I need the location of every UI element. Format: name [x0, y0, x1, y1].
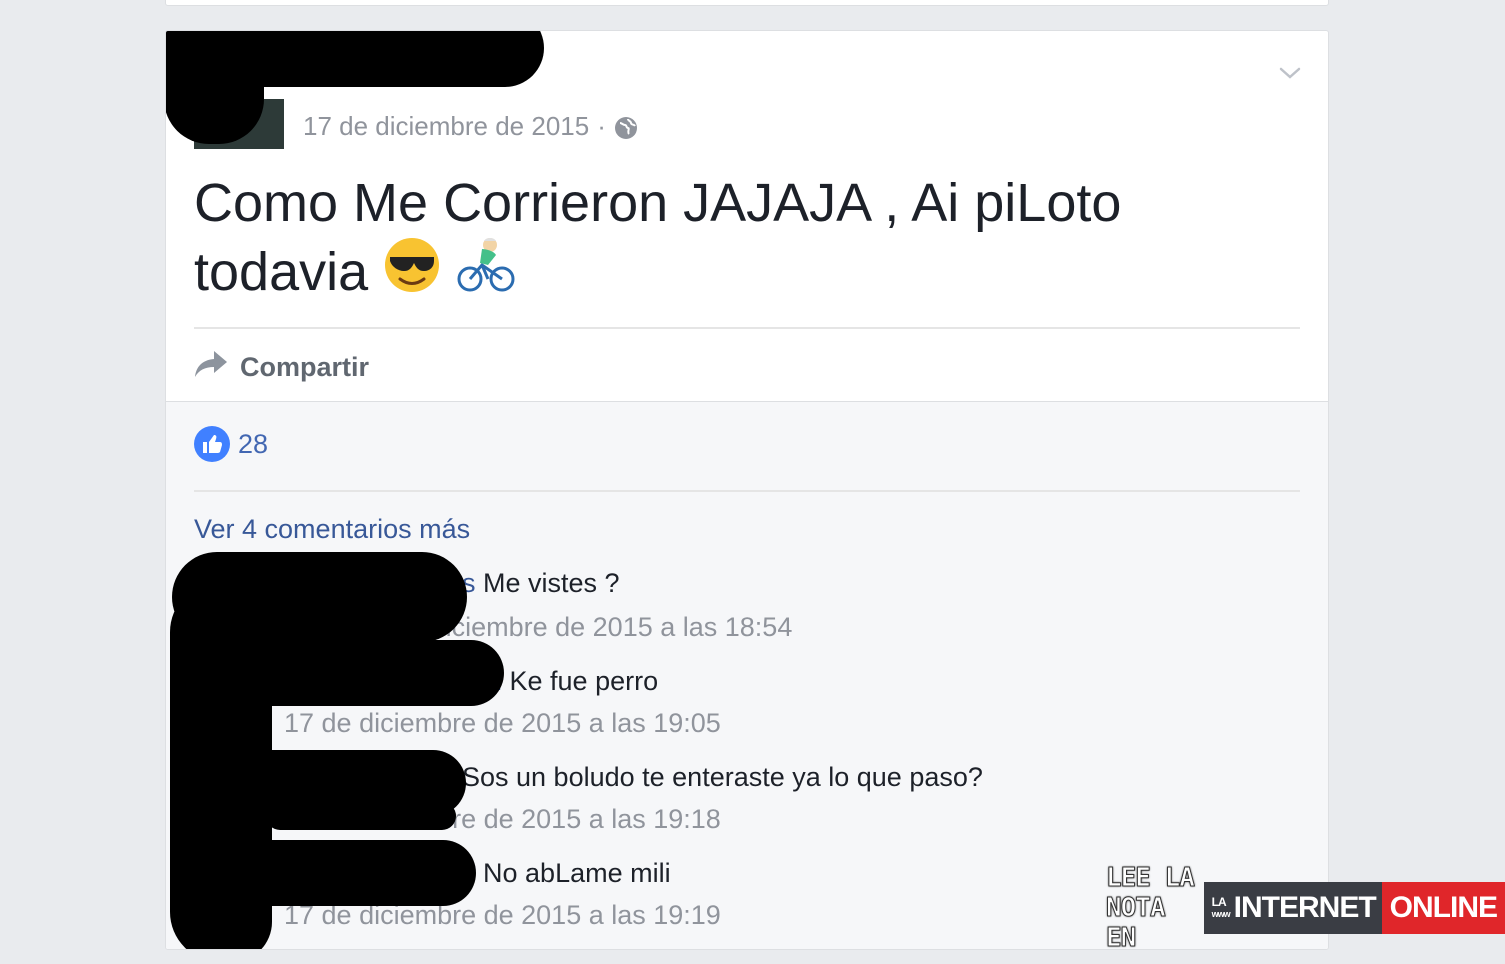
share-arrow-icon: [194, 349, 228, 386]
redacted-commenter-4: [226, 840, 476, 906]
post-text-line1: Como Me Corrieron JAJAJA , Ai piLoto: [194, 173, 1122, 233]
like-count: 28: [238, 428, 269, 459]
comment-2-meta: 17 de diciembre de 2015 a las 19:05: [284, 708, 721, 739]
comment-2-timestamp[interactable]: 17 de diciembre de 2015 a las 19:05: [284, 708, 721, 739]
date-separator: ·: [597, 111, 606, 141]
cyclist-icon: [456, 235, 516, 309]
share-label: Compartir: [240, 352, 370, 382]
watermark-lead: LEE LA NOTA EN: [1106, 863, 1196, 954]
comment-3-text: Sos un boludo te enteraste ya lo que pas…: [462, 762, 983, 792]
watermark-brand: LA www INTERNET: [1203, 882, 1382, 934]
comment-4: s No abLame mili: [462, 858, 671, 889]
post-date[interactable]: 17 de diciembre de 2015: [303, 111, 589, 142]
redacted-commenter-1: [172, 552, 467, 642]
previous-post-card: [165, 0, 1329, 6]
watermark-brand-small: LA www: [1211, 895, 1231, 920]
redacted-commenter-3b: [266, 802, 456, 830]
watermark-brand-text: INTERNET: [1233, 891, 1377, 924]
comment-2: i Ke fue perro: [496, 666, 658, 697]
post-divider: [194, 327, 1300, 329]
watermark-www: www: [1211, 909, 1231, 919]
post-text-line2-row: todavia: [194, 235, 1244, 309]
share-button[interactable]: Compartir: [194, 349, 369, 386]
redacted-avatar-overlay: [166, 31, 264, 144]
chevron-down-icon[interactable]: [1278, 61, 1302, 85]
watermark-banner: LEE LA NOTA EN LA www INTERNET ONLINE: [1100, 863, 1505, 954]
comments-divider: [194, 490, 1300, 492]
post-text: Como Me Corrieron JAJAJA , Ai piLoto tod…: [194, 171, 1244, 309]
view-more-comments-link[interactable]: Ver 4 comentarios más: [194, 514, 470, 545]
watermark-la: LA: [1211, 895, 1227, 909]
redacted-commenter-2: [226, 640, 504, 706]
reaction-summary[interactable]: 28: [194, 426, 268, 462]
comment-2-text: Ke fue perro: [509, 666, 659, 696]
globe-icon: [614, 116, 637, 139]
post-card: 17 de diciembre de 2015 · Como Me Corrie…: [165, 30, 1329, 950]
watermark-online: ONLINE: [1381, 882, 1505, 934]
thumbs-up-icon: [194, 426, 230, 462]
comment-1: s Me vistes ?: [462, 568, 620, 599]
comment-3: Sos un boludo te enteraste ya lo que pas…: [462, 762, 983, 793]
post-meta: 17 de diciembre de 2015 ·: [303, 111, 637, 142]
post-text-line2: todavia: [194, 242, 369, 302]
comment-4-text: No abLame mili: [483, 858, 671, 888]
sunglasses-face-icon: [384, 237, 440, 307]
comment-1-text: Me vistes ?: [483, 568, 620, 598]
